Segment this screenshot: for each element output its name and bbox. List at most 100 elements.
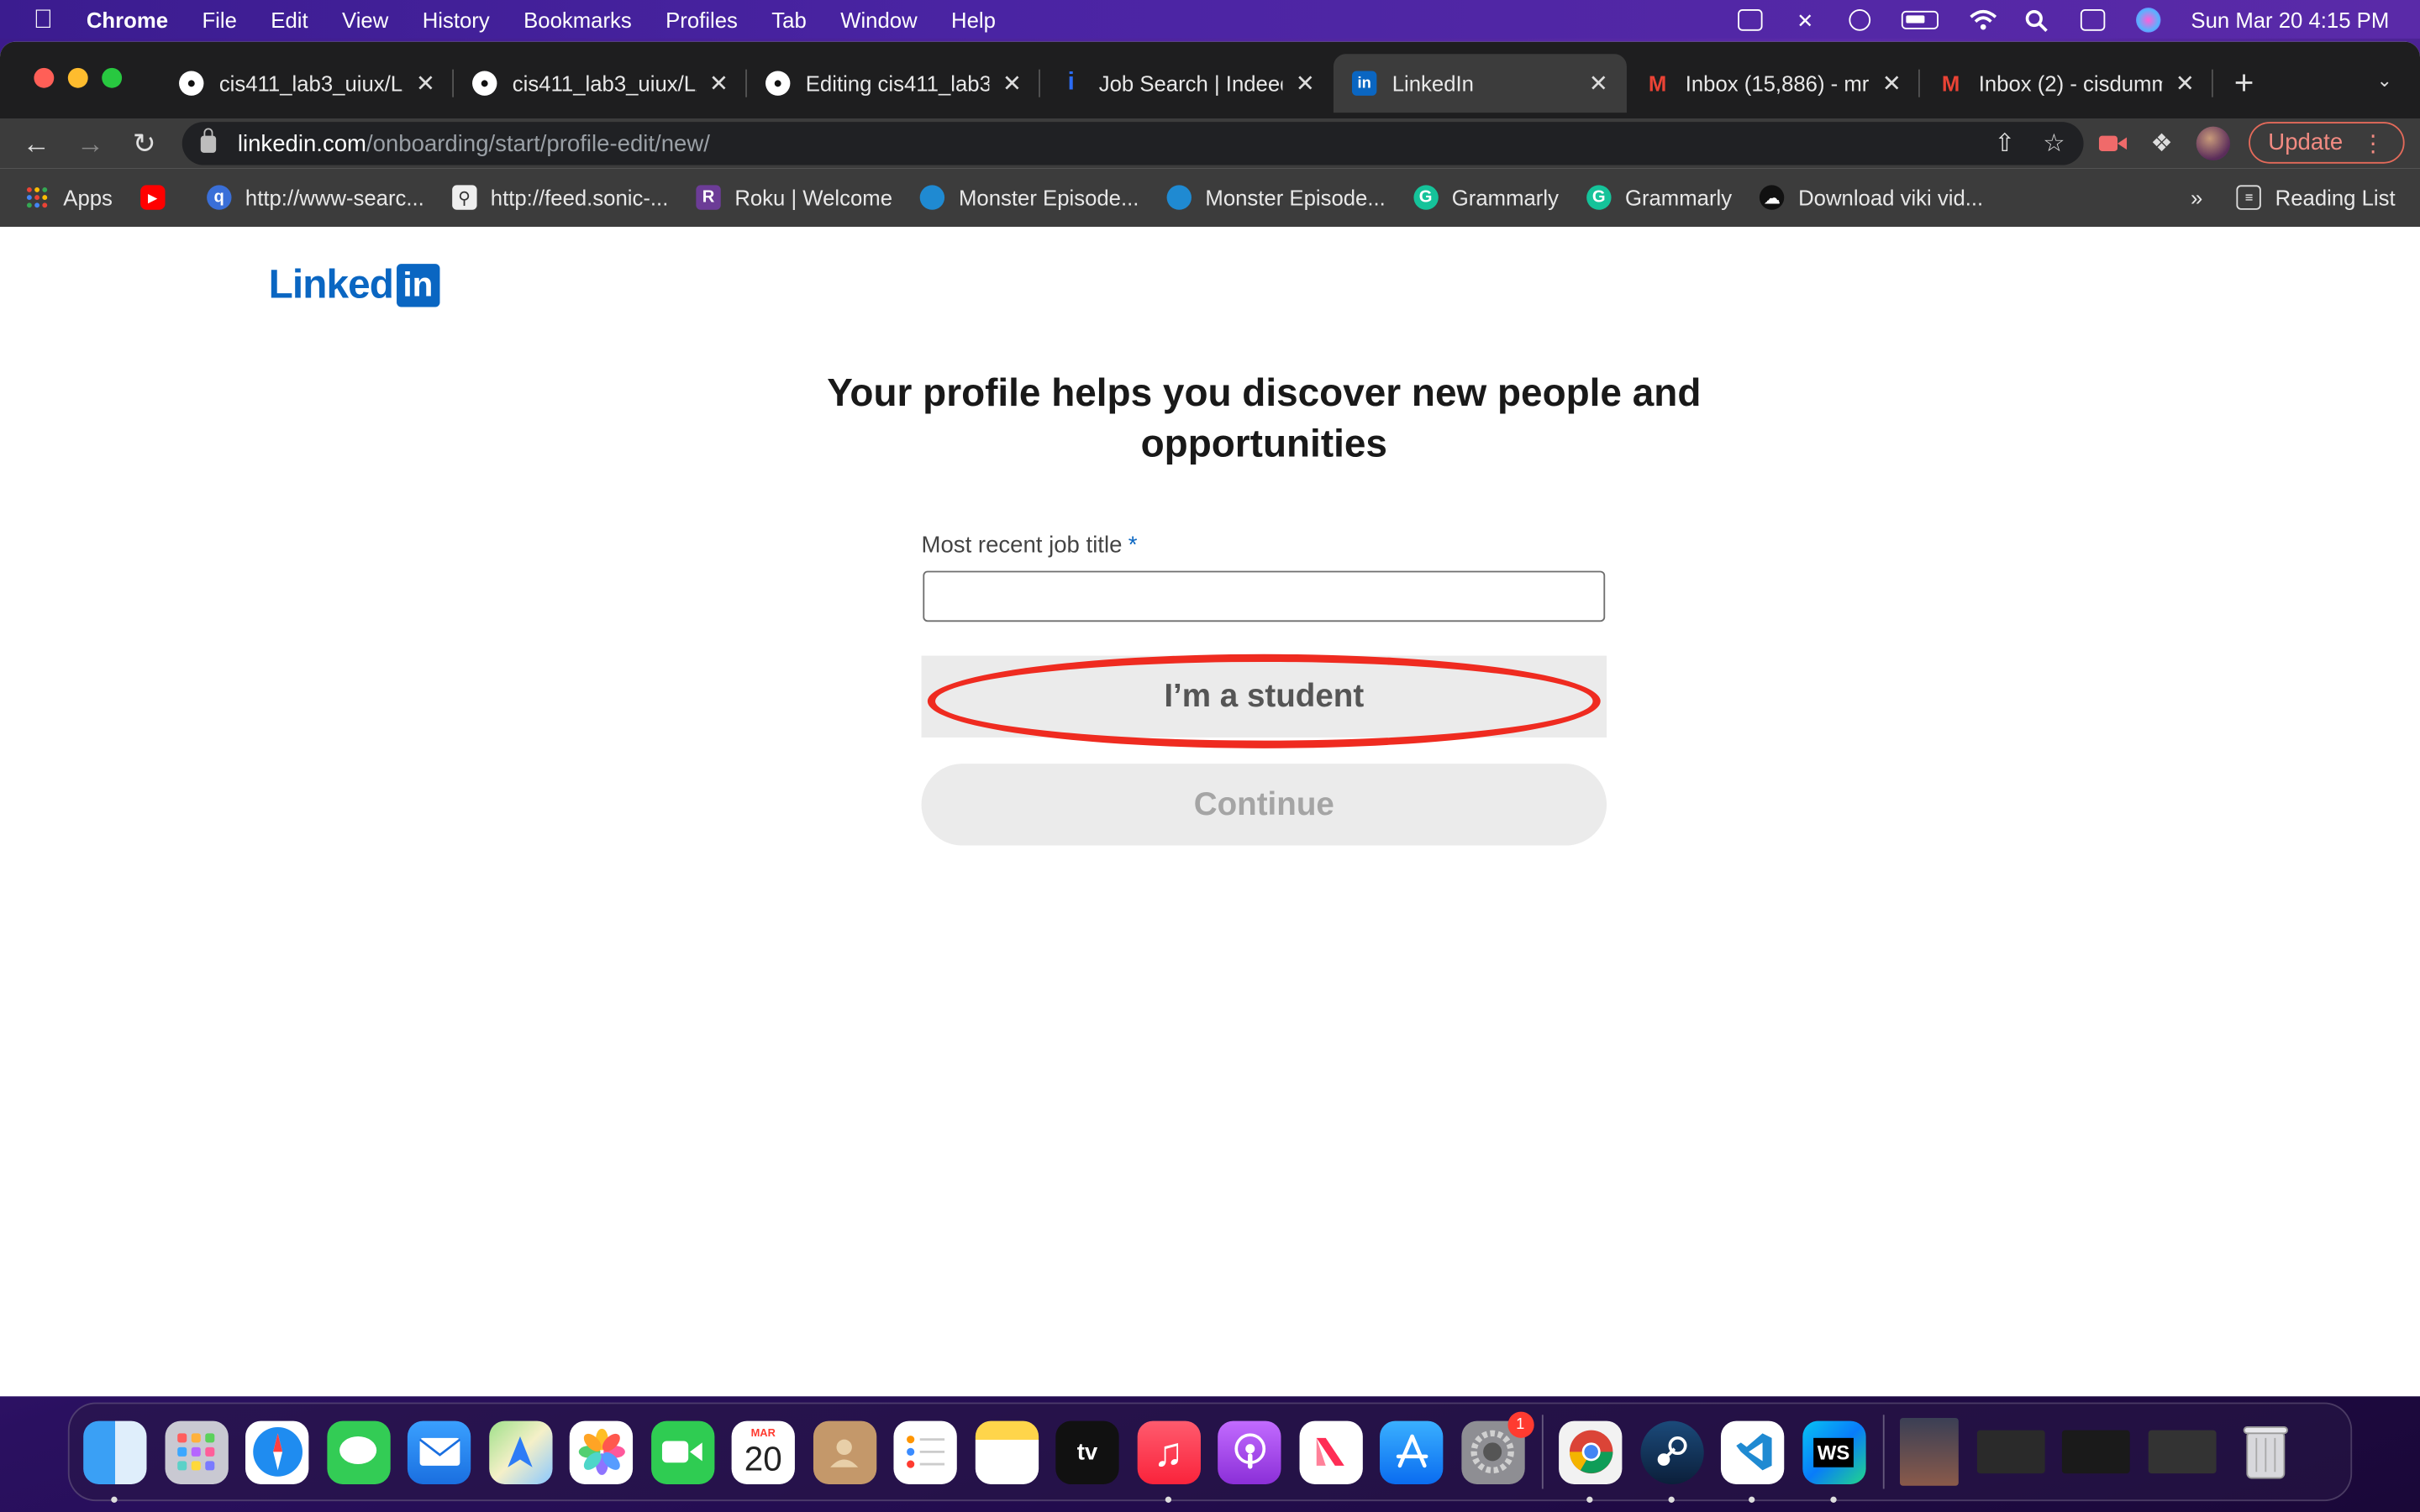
- puzzle-extensions-icon[interactable]: ❖: [2146, 128, 2177, 159]
- finder-icon[interactable]: [83, 1420, 147, 1503]
- music-icon[interactable]: ♫: [1136, 1420, 1201, 1503]
- bookmark-roku[interactable]: R Roku | Welcome: [696, 185, 892, 210]
- reminders-icon[interactable]: [893, 1420, 957, 1484]
- siri-icon[interactable]: [2135, 7, 2160, 32]
- bookmark-star-icon[interactable]: ☆: [2043, 128, 2065, 159]
- vscode-icon[interactable]: [1720, 1420, 1785, 1503]
- menu-help[interactable]: Help: [951, 7, 996, 31]
- bookmark-label: http://www-searc...: [245, 185, 424, 210]
- bookmark-feed-sonic[interactable]: ⚲ http://feed.sonic-...: [451, 185, 668, 210]
- dock-separator: [1541, 1415, 1544, 1489]
- menu-app-name[interactable]: Chrome: [87, 7, 168, 31]
- bookmarks-overflow-icon[interactable]: »: [2191, 185, 2202, 209]
- steam-icon[interactable]: [1639, 1420, 1703, 1503]
- user-account-icon[interactable]: [1848, 8, 1870, 30]
- close-window-icon[interactable]: [34, 67, 55, 88]
- photo-thumb-icon[interactable]: [1900, 1417, 1959, 1486]
- close-tab-icon[interactable]: ✕: [1882, 70, 1902, 97]
- system-preferences-icon[interactable]: 1: [1460, 1410, 1534, 1484]
- bookmark-viki[interactable]: ☁ Download viki vid...: [1760, 185, 1983, 210]
- close-tab-icon[interactable]: ✕: [1589, 70, 1608, 97]
- app-store-icon[interactable]: [1380, 1420, 1444, 1484]
- share-icon[interactable]: ⇧: [1995, 128, 2016, 159]
- forward-arrow-icon[interactable]: →: [63, 128, 117, 160]
- safari-icon[interactable]: [245, 1420, 309, 1484]
- tab-search-chevron-icon[interactable]: ⌄: [2376, 70, 2391, 92]
- window-thumb-icon[interactable]: [1975, 1430, 2044, 1474]
- reload-icon[interactable]: ↻: [118, 128, 171, 160]
- close-tab-icon[interactable]: ✕: [1002, 70, 1022, 97]
- menu-window[interactable]: Window: [840, 7, 917, 31]
- facetime-icon[interactable]: [650, 1420, 714, 1484]
- lock-icon[interactable]: [200, 127, 217, 152]
- contacts-icon[interactable]: [813, 1420, 876, 1484]
- menu-file[interactable]: File: [202, 7, 236, 31]
- messages-icon[interactable]: [326, 1420, 390, 1484]
- close-tab-icon[interactable]: ✕: [2175, 70, 2195, 97]
- close-tab-icon[interactable]: ✕: [1296, 70, 1315, 97]
- apple-icon[interactable]: : [0, 4, 87, 35]
- screen-mirror-icon[interactable]: [1737, 8, 1762, 30]
- minimize-window-icon[interactable]: [67, 67, 88, 88]
- tab-github-editing[interactable]: ● Editing cis411_lab3 ✕: [747, 54, 1040, 113]
- bookmark-grammarly-1[interactable]: G Grammarly: [1413, 185, 1559, 210]
- running-dot: [1749, 1495, 1755, 1503]
- chrome-icon[interactable]: [1559, 1420, 1623, 1503]
- maps-icon[interactable]: [488, 1420, 552, 1484]
- close-tab-icon[interactable]: ✕: [416, 70, 435, 97]
- menu-history[interactable]: History: [423, 7, 490, 31]
- trash-icon[interactable]: [2233, 1420, 2296, 1483]
- bookmark-grammarly-2[interactable]: G Grammarly: [1586, 185, 1732, 210]
- bookmark-apps[interactable]: Apps: [24, 185, 113, 210]
- continue-button[interactable]: Continue: [921, 764, 1607, 846]
- window-thumb-icon[interactable]: [2147, 1430, 2216, 1474]
- launchpad-icon[interactable]: [164, 1420, 228, 1484]
- mail-icon[interactable]: [407, 1420, 471, 1484]
- bookmark-youtube[interactable]: ▶: [139, 185, 179, 210]
- menu-bookmarks[interactable]: Bookmarks: [523, 7, 632, 31]
- update-button[interactable]: Update ⋮: [2248, 122, 2405, 164]
- zoom-window-icon[interactable]: [102, 67, 123, 88]
- menu-profiles[interactable]: Profiles: [666, 7, 738, 31]
- menu-edit[interactable]: Edit: [271, 7, 308, 31]
- back-arrow-icon[interactable]: ←: [9, 128, 63, 160]
- address-bar[interactable]: linkedin.com/onboarding/start/profile-ed…: [182, 122, 2084, 165]
- menu-tab[interactable]: Tab: [771, 7, 806, 31]
- notes-icon[interactable]: [974, 1420, 1039, 1484]
- webstorm-icon[interactable]: WS: [1802, 1420, 1865, 1503]
- control-center-icon[interactable]: [2080, 8, 2105, 30]
- reading-list-label: Reading List: [2275, 185, 2396, 210]
- bookmark-search[interactable]: q http://www-searc...: [206, 185, 424, 210]
- tab-linkedin[interactable]: in LinkedIn ✕: [1333, 54, 1627, 113]
- running-dot: [1829, 1495, 1836, 1503]
- job-title-input[interactable]: [923, 570, 1606, 622]
- apple-tv-icon[interactable]: tv: [1055, 1420, 1119, 1484]
- reading-list-button[interactable]: ≡ Reading List: [2236, 185, 2396, 210]
- new-tab-icon[interactable]: +: [2213, 54, 2275, 113]
- spotlight-search-icon[interactable]: [2024, 8, 2049, 32]
- more-menu-icon[interactable]: ⋮: [2361, 129, 2385, 156]
- tab-github-2[interactable]: ● cis411_lab3_uiux/L/ ✕: [454, 54, 747, 113]
- profile-avatar[interactable]: [2195, 125, 2230, 160]
- bookmark-monster-1[interactable]: Monster Episode...: [920, 185, 1139, 210]
- tab-separator: [2212, 69, 2213, 97]
- im-a-student-button[interactable]: I’m a student: [921, 655, 1607, 738]
- wifi-icon[interactable]: [1969, 8, 1996, 30]
- close-tab-icon[interactable]: ✕: [709, 70, 729, 97]
- screen-recorder-extension-icon[interactable]: [2096, 128, 2128, 159]
- battery-icon[interactable]: [1901, 9, 1939, 29]
- tab-gmail-1[interactable]: M Inbox (15,886) - mr ✕: [1627, 54, 1920, 113]
- tab-gmail-2[interactable]: M Inbox (2) - cisdumm ✕: [1920, 54, 2213, 113]
- menu-clock[interactable]: Sun Mar 20 4:15 PM: [2191, 7, 2389, 31]
- bluetooth-icon[interactable]: ✕: [1793, 8, 1818, 32]
- photos-icon[interactable]: [569, 1420, 634, 1484]
- bookmark-monster-2[interactable]: Monster Episode...: [1166, 185, 1386, 210]
- tab-indeed[interactable]: i Job Search | Indeed ✕: [1040, 54, 1334, 113]
- window-thumb-icon[interactable]: [2061, 1430, 2130, 1474]
- linkedin-logo[interactable]: Linked in: [269, 260, 440, 308]
- calendar-icon[interactable]: MAR 20: [731, 1420, 795, 1484]
- menu-view[interactable]: View: [342, 7, 388, 31]
- podcasts-icon[interactable]: [1218, 1420, 1281, 1484]
- tab-github-1[interactable]: ● cis411_lab3_uiux/L/ ✕: [160, 54, 455, 113]
- news-icon[interactable]: [1298, 1420, 1362, 1484]
